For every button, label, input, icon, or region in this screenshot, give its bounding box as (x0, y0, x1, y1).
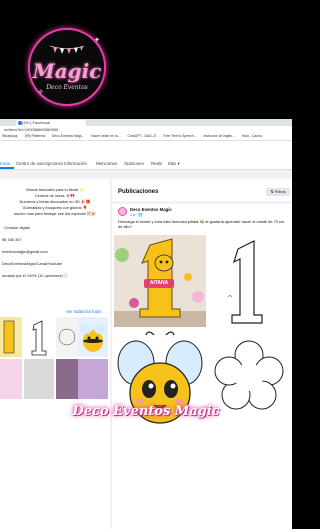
intro-bio-line: mucho mas para festejar ese dia especial… (13, 211, 97, 216)
bookmark-item[interactable]: WhatsApp (2, 134, 18, 138)
browser-tab[interactable]: (20+) Facebook (16, 120, 86, 126)
tab-subscriptions[interactable]: Centro de suscripciones (16, 161, 63, 166)
post-author[interactable]: Deco Eventos Magic (130, 207, 172, 212)
number-one-photo (3, 320, 15, 354)
bee-photo (80, 324, 106, 352)
bookmark-item[interactable]: Deco Eventos Magi... (52, 134, 84, 138)
bookmark-item[interactable]: (99) Pinterest (25, 134, 45, 138)
divider (112, 201, 292, 204)
intro-youtube[interactable]: DecoEventosMagic/Canal/Youtube (2, 261, 62, 266)
active-tab-indicator (0, 167, 14, 169)
tab-reviews[interactable]: Opiniones (124, 161, 144, 166)
logo-title: Magic (32, 59, 102, 83)
page-header-area (0, 141, 292, 159)
bee-illustration (117, 331, 203, 424)
intro-category: · Creador digital (2, 225, 30, 230)
post-date[interactable]: 1 d · 🌐 (130, 213, 143, 217)
filters-button[interactable]: ⇅ Filtros (266, 188, 290, 196)
post-text: Descarga el molde y crea esta hermosa pi… (118, 219, 286, 229)
browser-window: (20+) Facebook m/deco?id=100006660080550… (0, 119, 292, 529)
brand-logo: Magic Deco Eventos ✦ ✧ (28, 28, 106, 106)
photo-thumb[interactable] (24, 317, 54, 357)
tab-inicio[interactable]: Inicio (0, 161, 10, 166)
address-bar[interactable]: m/deco?id=100006660080550 (0, 126, 292, 133)
bookmark-item[interactable]: ChatGPT - DALL-E (127, 134, 156, 138)
intro-bio-line: Centros de mesa 🌸🎀 (34, 193, 76, 198)
bunting-icon (50, 45, 84, 54)
avatar[interactable] (118, 207, 127, 216)
photo-thumb[interactable] (56, 359, 78, 399)
post-photo-number-template[interactable] (208, 235, 290, 327)
tab-bar: (20+) Facebook (0, 119, 292, 126)
photo-thumb[interactable] (56, 317, 78, 357)
template-sketch-photo (58, 328, 76, 346)
flower-template (214, 340, 284, 410)
photo-thumb[interactable] (0, 359, 22, 399)
tab-title: (20+) Facebook (22, 120, 51, 125)
video-caption-banner: Deco Eventos Magic (72, 404, 220, 419)
number-template-photo (31, 320, 47, 356)
photo-thumb[interactable] (0, 317, 22, 357)
intro-email[interactable]: eventosmagic@gmail.com (2, 249, 48, 254)
photo-thumb[interactable] (78, 359, 108, 399)
bookmark-item[interactable]: Hacer vestir en tu... (91, 134, 120, 138)
topper-name: AITANA (149, 280, 169, 286)
tab-info[interactable]: Información (64, 161, 87, 166)
intro-panel: Videos tutoriales para tu fiesta ✨ Centr… (0, 179, 110, 529)
post-photo-bee[interactable] (114, 329, 206, 519)
intro-bio-line: Videos tutoriales para tu fiesta ✨ (25, 187, 85, 192)
posts-title: Publicaciones (118, 189, 159, 195)
bookmark-item[interactable]: Free Text to Speech... (163, 134, 196, 138)
tab-reels[interactable]: Reels (151, 161, 162, 166)
sparkle-icon: ✧ (38, 89, 44, 96)
intro-phone: 98 166 307 (2, 237, 22, 242)
facebook-icon (18, 121, 22, 125)
photo-thumb[interactable] (24, 359, 54, 399)
photo-thumb[interactable] (78, 317, 108, 357)
bookmark-item[interactable]: Instructor de inglés... (203, 134, 234, 138)
post-photo-bee-number[interactable]: AITANA (114, 235, 206, 327)
tab-more[interactable]: Más ▾ (168, 161, 180, 167)
intro-recommend: endado por el 100% (10 opiniones) ⓘ (2, 273, 68, 278)
post-photo-flower-template[interactable] (208, 329, 290, 519)
intro-bio-line: Numeros y letras decorados en 3D 🎉🎁 (19, 199, 91, 204)
bookmark-item[interactable]: Hola - Canva (242, 134, 262, 138)
see-all-photos-link[interactable]: Ver todas las fotos (66, 309, 101, 314)
number-one-template (227, 240, 263, 324)
tab-mentions[interactable]: Menciones (96, 161, 117, 166)
posts-panel: Publicaciones ⇅ Filtros Deco Eventos Mag… (112, 179, 292, 529)
intro-bio-line: Guirnaldas y bouquets con globos 🎈 (22, 205, 88, 210)
bookmarks-bar: WhatsApp (99) Pinterest Deco Eventos Mag… (0, 133, 292, 141)
sparkle-icon: ✦ (94, 37, 100, 44)
page-tabs: Inicio Centro de suscripciones Informaci… (0, 159, 292, 170)
